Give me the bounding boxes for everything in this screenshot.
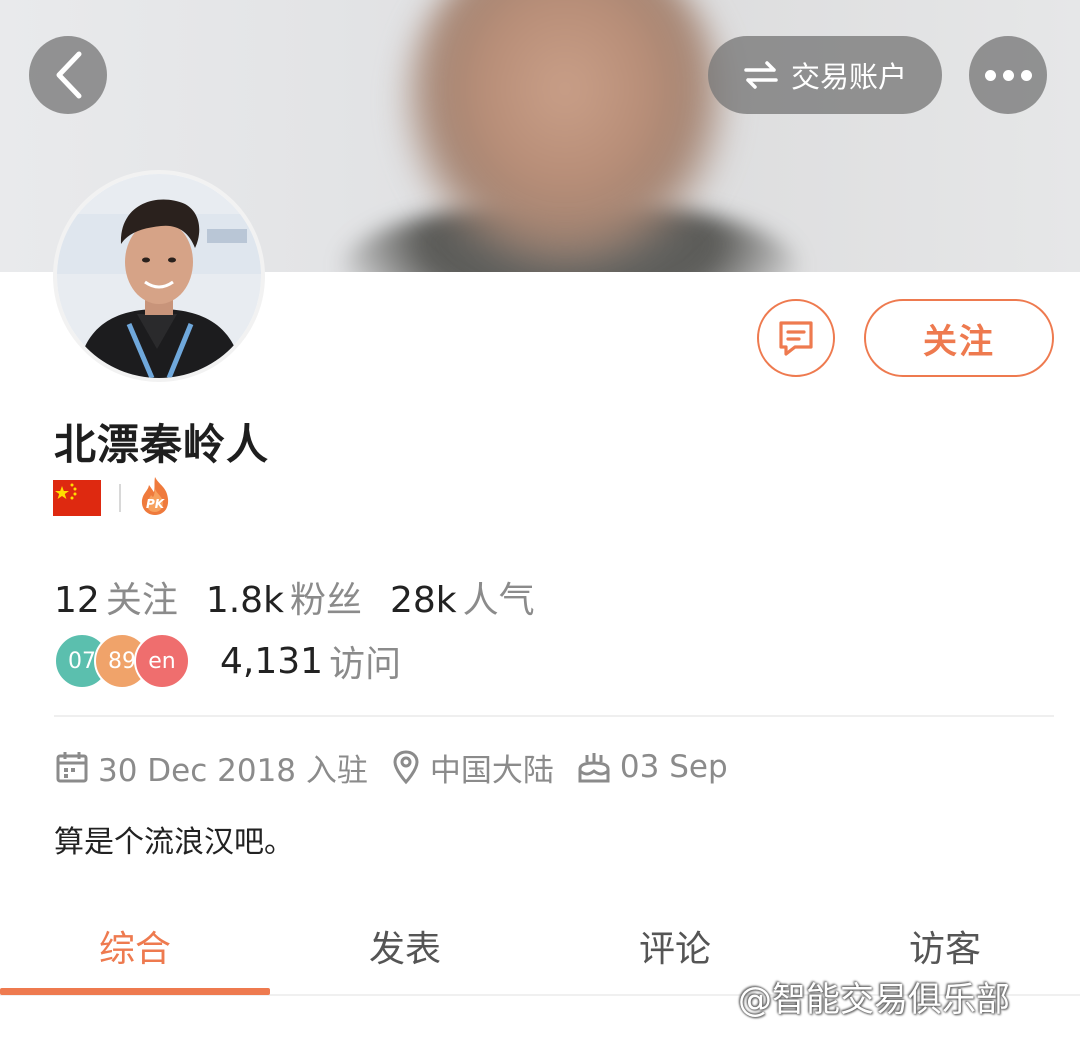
- visit-count: 4,131: [220, 640, 324, 682]
- popularity-count: 28k: [389, 580, 457, 621]
- birthday-text: 03 Sep: [619, 749, 728, 785]
- more-options-button[interactable]: [969, 36, 1047, 114]
- switch-account-label: 交易账户: [790, 60, 907, 94]
- chat-bubble-icon: [779, 321, 813, 356]
- message-button[interactable]: [757, 299, 835, 377]
- more-dot-icon: [1020, 69, 1032, 81]
- switch-trading-account-button[interactable]: 交易账户: [708, 36, 942, 114]
- section-divider: [54, 715, 1054, 717]
- followers-count[interactable]: 1.8k: [206, 580, 284, 621]
- badges-row: PK: [53, 476, 173, 520]
- chevron-left-icon: [56, 51, 82, 99]
- profile-bio: 算是个流浪汉吧。: [54, 825, 294, 860]
- pk-flame-badge-icon[interactable]: PK: [137, 475, 173, 521]
- profile-meta-row: 30 Dec 2018 入驻 中国大陆 03 Sep: [54, 744, 750, 790]
- more-dot-icon: [984, 69, 996, 81]
- visit-label: 访问: [329, 644, 402, 685]
- follow-button[interactable]: 关注: [864, 299, 1054, 377]
- tab-overview[interactable]: 综合: [0, 910, 270, 996]
- following-count[interactable]: 12: [54, 580, 100, 621]
- badge-divider: [119, 484, 121, 512]
- birthday-item: 03 Sep: [576, 749, 728, 785]
- location-item: 中国大陆: [390, 745, 554, 790]
- location-pin-icon: [393, 750, 419, 785]
- avatar-photo: [57, 174, 261, 378]
- back-button[interactable]: [29, 36, 107, 114]
- join-date-text: 30 Dec 2018 入驻: [98, 752, 368, 789]
- tab-posts[interactable]: 发表: [270, 910, 540, 996]
- popularity-label: 人气: [462, 580, 535, 621]
- china-flag-icon: [53, 480, 101, 516]
- watermark: @智能交易俱乐部: [738, 980, 1010, 1020]
- visitor-avatar: en: [134, 633, 190, 689]
- stats-row: 12 关注 1.8k 粉丝 28k 人气: [54, 571, 563, 621]
- swap-arrows-icon: [744, 61, 778, 89]
- visitors-row[interactable]: 07 89 en 4,131 访问: [54, 633, 401, 689]
- calendar-icon: [56, 752, 88, 783]
- following-label[interactable]: 关注: [106, 571, 178, 623]
- pk-badge-text: PK: [146, 497, 166, 511]
- join-date-item: 30 Dec 2018 入驻: [54, 745, 368, 790]
- avatar[interactable]: [53, 170, 265, 382]
- username: 北漂秦岭人: [54, 420, 270, 469]
- birthday-cake-icon: [578, 753, 610, 783]
- active-tab-indicator: [0, 988, 270, 995]
- location-text: 中国大陆: [429, 752, 554, 789]
- followers-label[interactable]: 粉丝: [290, 571, 362, 623]
- more-dot-icon: [1002, 69, 1014, 81]
